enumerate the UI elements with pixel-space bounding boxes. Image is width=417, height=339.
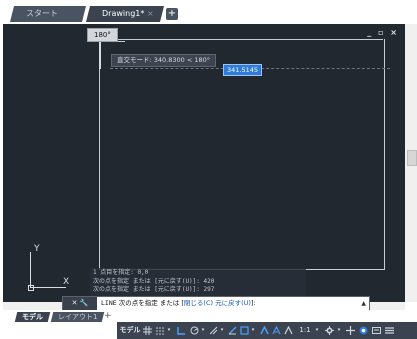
tab-start[interactable]: スタート [10, 6, 86, 22]
chevron-down-icon[interactable]: ▾ [250, 322, 256, 339]
history-line: 次の点を指定 または [元に戻す(U)]: 420 [93, 277, 215, 285]
command-prompt-text: 次の点を指定 または [ [118, 299, 184, 307]
polar-tracking-tooltip: 直交モード: 340.8300 < 180° [111, 54, 217, 67]
chevron-down-icon[interactable]: ▾ [314, 322, 320, 339]
add-layout-button[interactable]: + [104, 311, 112, 321]
command-prompt[interactable]: LINE 次の点を指定 または [閉じる(C) 元に戻す(U)]: [101, 297, 256, 310]
option-undo-link[interactable]: 元に戻す(U) [215, 299, 251, 307]
ucs-origin-icon [28, 285, 34, 291]
command-name: LINE [101, 299, 117, 307]
annotation-monitor-icon[interactable] [346, 326, 355, 335]
ortho-icon[interactable] [177, 326, 186, 335]
grid-icon[interactable] [143, 326, 152, 335]
snap-icon[interactable] [155, 326, 164, 335]
isodraft-icon[interactable] [209, 326, 218, 335]
status-bar: モデル ▾ ▾ ▾ ▾ 1:1 ▾ ▾ [117, 322, 417, 339]
history-line: 次の点を指定 または [元に戻す(U)]: 297 [93, 286, 215, 293]
angle-tooltip: 180° [87, 28, 118, 42]
chevron-down-icon[interactable]: ▾ [166, 322, 172, 339]
auto-scale-icon[interactable] [272, 326, 281, 335]
chevron-down-icon[interactable]: ▾ [200, 322, 206, 339]
drawing-viewport[interactable]: _ ▫ × 180° 直交モード: 340.8300 < 180° 341.51… [3, 24, 405, 302]
model-space-button[interactable]: モデル [119, 322, 141, 339]
annotation-scale-value[interactable]: 1:1 [295, 322, 315, 339]
vertical-scroll-thumb[interactable] [407, 150, 417, 166]
command-prompt-suffix: ]: [250, 299, 256, 307]
ucs-y-axis [30, 252, 31, 288]
ucs-x-axis [30, 287, 66, 288]
customization-menu-icon[interactable] [385, 326, 394, 335]
polar-tracking-icon[interactable] [190, 326, 199, 335]
ucs-x-label: X [63, 277, 70, 287]
tab-start-label: スタート [26, 9, 58, 18]
dynamic-input-field[interactable]: 341.5145 [223, 64, 263, 76]
chevron-down-icon[interactable]: ▾ [336, 322, 342, 339]
tab-close-icon[interactable]: × [133, 6, 154, 22]
new-tab-button[interactable]: + [166, 8, 178, 20]
isolate-objects-icon[interactable] [359, 326, 368, 335]
ucs-y-label: Y [34, 244, 40, 254]
command-history: 1 点目を指定: 0,0 次の点を指定 または [元に戻す(U)]: 420 次… [90, 268, 306, 296]
annotation-scale-icon[interactable] [284, 326, 293, 335]
object-snap-tracking-icon[interactable] [228, 326, 237, 335]
tab-model-label: モデル [22, 313, 43, 321]
command-line[interactable]: ✕ 🔧 LINE 次の点を指定 または [閉じる(C) 元に戻す(U)]: ▲ [62, 296, 370, 311]
tab-model[interactable]: モデル [14, 312, 51, 322]
command-history-toggle-icon[interactable]: ▲ [361, 297, 366, 310]
viewport-window-controls[interactable]: _ ▫ × [367, 28, 399, 37]
rubberband-line [99, 39, 101, 69]
tab-layout1-label: レイアウト1 [58, 313, 98, 321]
annotation-visibility-icon[interactable] [260, 326, 269, 335]
workspace-gear-icon[interactable] [325, 326, 334, 335]
tab-drawing1[interactable]: Drawing1* × [86, 6, 164, 22]
command-line-tools[interactable]: ✕ 🔧 [63, 297, 97, 310]
history-line: 1 点目を指定: 0,0 [93, 269, 149, 276]
tab-layout1[interactable]: レイアウト1 [50, 312, 105, 322]
object-snap-icon[interactable] [240, 326, 249, 335]
hardware-acceleration-icon[interactable] [372, 326, 381, 335]
option-close-link[interactable]: 閉じる(C) [184, 299, 213, 307]
chevron-down-icon[interactable]: ▾ [219, 322, 225, 339]
